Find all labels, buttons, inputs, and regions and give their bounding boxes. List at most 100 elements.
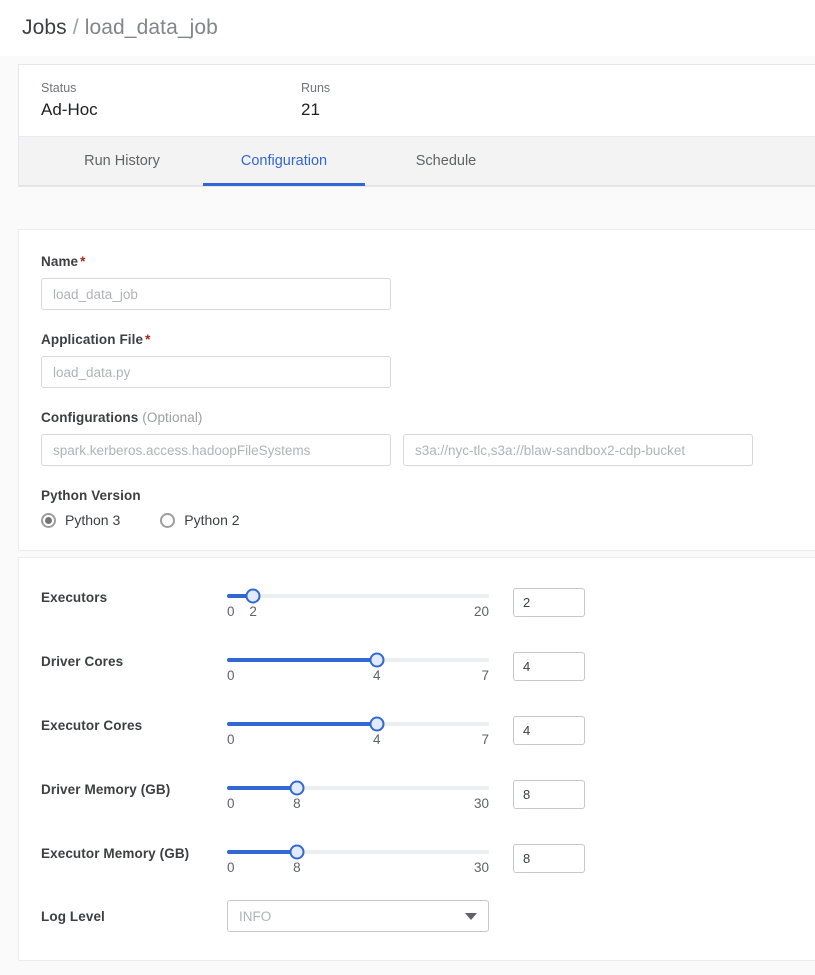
radio-python-3[interactable]: Python 3 [41,512,120,528]
application-file-input[interactable] [41,356,391,388]
field-application-file: Application File * [41,332,815,388]
driver-memory-current-tick: 8 [293,796,301,811]
summary-status: Status Ad-Hoc [41,79,301,122]
executor-cores-slider-thumb[interactable] [369,716,385,732]
configuration-key-input[interactable] [41,434,391,466]
driver-cores-slider-thumb[interactable] [369,652,385,668]
executors-slider-thumb[interactable] [245,588,261,604]
configurations-row [41,434,815,466]
radio-selected-icon [41,512,56,528]
summary-runs: Runs 21 [301,79,561,122]
executor-memory-slider-track[interactable] [227,844,489,860]
tab-configuration[interactable]: Configuration [203,137,365,186]
slider-row-executor-memory: Executor Memory (GB) 0 8 30 [41,836,815,878]
application-file-label-text: Application File [41,332,144,347]
summary-runs-value: 21 [301,100,320,119]
job-card: Status Ad-Hoc Runs 21 Run History Config… [18,64,815,187]
breadcrumb-current-job: load_data_job [84,16,218,39]
executors-min-tick: 0 [227,604,235,619]
executor-cores-max-tick: 7 [481,732,489,747]
log-level-label: Log Level [41,908,105,924]
driver-cores-min-tick: 0 [227,668,235,683]
driver-cores-current-tick: 4 [372,668,381,683]
executor-memory-min-tick: 0 [227,860,235,875]
tab-run-history[interactable]: Run History [41,137,203,185]
tab-bar: Run History Configuration Schedule [19,136,815,186]
executor-cores-slider-fill [227,722,377,726]
driver-memory-number-input[interactable] [513,780,585,809]
executor-memory-slider-thumb[interactable] [289,844,305,860]
driver-cores-slider-track[interactable] [227,652,489,668]
summary-status-value: Ad-Hoc [41,100,98,119]
executor-cores-current-tick: 4 [372,732,381,747]
field-configurations: Configurations (Optional) [41,410,815,466]
configurations-label-text: Configurations [41,410,139,425]
executor-cores-slider-track[interactable] [227,716,489,732]
tab-content-spacer [18,187,815,229]
executors-slider-ticks: 0 2 20 [227,604,489,622]
executor-memory-slider-fill [227,850,297,854]
breadcrumb: Jobs / load_data_job [0,0,815,56]
tab-configuration-label: Configuration [240,153,328,169]
driver-cores-slider-ticks: 0 4 7 [227,668,489,686]
job-summary-strip: Status Ad-Hoc Runs 21 [19,65,815,136]
executor-memory-slider-ticks: 0 8 30 [227,860,489,878]
name-required-marker: * [80,254,86,269]
radio-python-3-label: Python 3 [65,512,121,528]
driver-cores-label: Driver Cores [41,654,124,669]
slider-row-executors: Executors 0 2 20 [41,580,815,622]
radio-python-2[interactable]: Python 2 [160,512,240,528]
executor-memory-max-tick: 30 [473,860,489,875]
application-file-label: Application File * [41,332,815,347]
executor-memory-label: Executor Memory (GB) [41,846,190,861]
radio-unselected-icon [160,512,176,528]
executors-number-input[interactable] [513,588,585,617]
driver-memory-slider-ticks: 0 8 30 [227,796,489,814]
page-footer-spacer [18,961,815,975]
driver-cores-number-input[interactable] [513,652,585,681]
resources-panel: Executors 0 2 20 Driver Cores [18,557,815,961]
driver-memory-slider-thumb[interactable] [289,780,305,796]
summary-runs-label: Runs [301,81,331,95]
name-input[interactable] [41,278,391,310]
summary-status-label: Status [41,81,77,95]
executors-slider[interactable]: 0 2 20 [227,580,489,622]
log-level-selected-value: INFO [239,908,272,924]
executor-memory-slider[interactable]: 0 8 30 [227,836,489,878]
driver-memory-max-tick: 30 [473,796,489,811]
slider-row-executor-cores: Executor Cores 0 4 7 [41,708,815,750]
configuration-value-input[interactable] [403,434,753,466]
executors-max-tick: 20 [473,604,489,619]
name-label: Name * [41,254,815,269]
configurations-label: Configurations (Optional) [41,410,815,425]
configuration-form-panel: Name* Application File* Configurations (… [18,229,815,551]
breadcrumb-root-link[interactable]: Jobs [22,16,67,40]
driver-memory-label: Driver Memory (GB) [41,782,171,797]
executor-cores-label: Executor Cores [41,718,143,733]
driver-memory-slider[interactable]: 0 8 30 [227,772,489,814]
log-level-row: Log Level INFO [41,900,815,932]
log-level-select[interactable]: INFO [227,900,489,932]
executors-current-tick: 2 [249,604,257,619]
breadcrumb-separator: / [72,16,79,39]
executor-memory-number-input[interactable] [513,844,585,873]
executor-cores-slider[interactable]: 0 4 7 [227,708,489,750]
driver-memory-slider-fill [227,786,297,790]
driver-cores-slider-fill [227,658,377,662]
configurations-optional-text: (Optional) [142,410,203,425]
executor-cores-number-input[interactable] [513,716,585,745]
field-python-version: Python Version Python 3 Python 2 [41,488,815,528]
driver-cores-slider[interactable]: 0 4 7 [227,644,489,686]
python-version-label: Python Version [41,488,141,503]
driver-memory-slider-track[interactable] [227,780,489,796]
tab-schedule-label: Schedule [415,153,477,169]
driver-memory-min-tick: 0 [227,796,235,811]
field-name: Name * [41,254,815,310]
name-label-text: Name [41,254,79,269]
tab-run-history-label: Run History [84,153,160,169]
slider-row-driver-cores: Driver Cores 0 4 7 [41,644,815,686]
tab-schedule[interactable]: Schedule [365,137,527,185]
executors-slider-track[interactable] [227,588,489,604]
application-file-required-marker: * [145,332,151,347]
chevron-down-icon [465,912,477,920]
